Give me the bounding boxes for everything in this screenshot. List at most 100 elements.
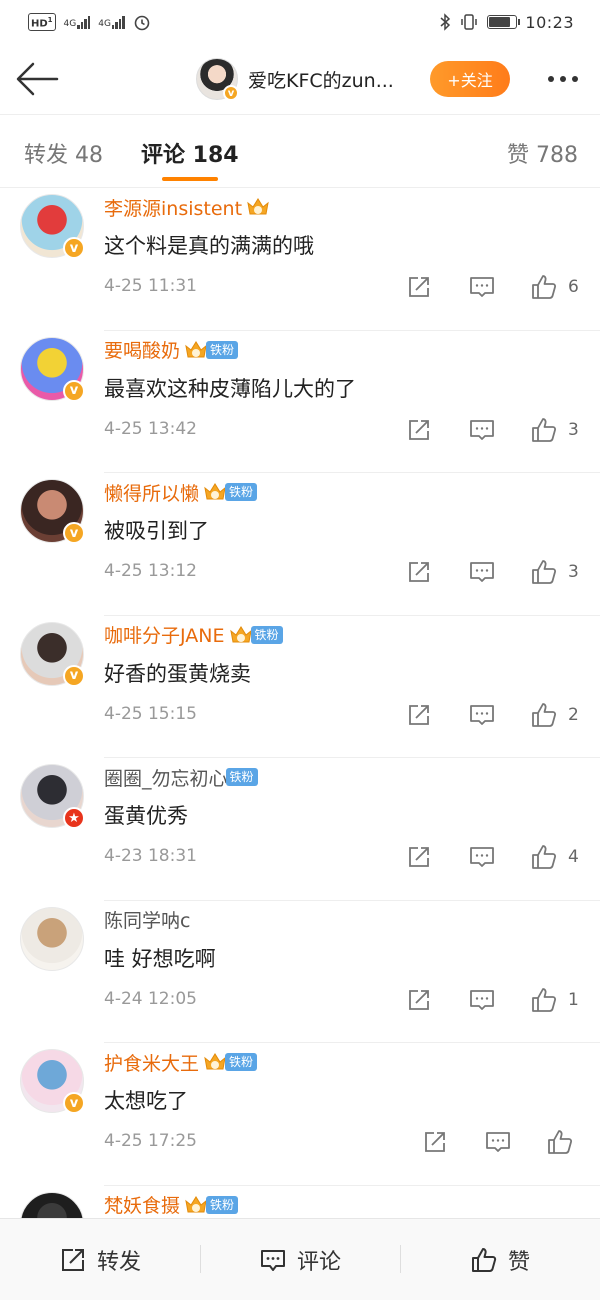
- status-time: 10:23: [525, 12, 574, 32]
- comment-reply-button[interactable]: [469, 700, 495, 730]
- comment-like-button[interactable]: [546, 1127, 584, 1157]
- comment-item[interactable]: 陈同学呐c 哇 好想吃啊 4-24 12:05 1: [0, 901, 600, 1043]
- comment-button[interactable]: 评论: [200, 1219, 400, 1300]
- comment-icon: [470, 847, 494, 867]
- comment-item[interactable]: v 李源源insistent 这个料是真的满满的哦 4-25 11:31 6: [0, 188, 600, 331]
- repost-icon: [409, 562, 429, 582]
- thumbs-up-icon: [532, 845, 557, 869]
- commenter-avatar[interactable]: ★: [20, 764, 85, 829]
- author-avatar[interactable]: v: [196, 58, 239, 101]
- verified-badge-icon: v: [223, 85, 239, 101]
- commenter-avatar[interactable]: v: [20, 194, 85, 259]
- comment-repost-button[interactable]: [406, 985, 432, 1015]
- thumbs-up-icon: [532, 560, 557, 584]
- commenter-name[interactable]: 要喝酸奶: [104, 336, 180, 363]
- commenter-name[interactable]: 陈同学呐c: [104, 906, 190, 933]
- comment-reply-button[interactable]: [469, 415, 495, 445]
- crown-icon: [229, 624, 253, 646]
- comment-item[interactable]: v 护食米大王 铁粉 太想吃了 4-25 17:25: [0, 1043, 600, 1186]
- comment-like-button[interactable]: 3: [530, 557, 579, 587]
- comment-list[interactable]: v 李源源insistent 这个料是真的满满的哦 4-25 11:31 6 v 要喝酸奶铁…: [0, 188, 600, 1218]
- commenter-header: 咖啡分子JANE 铁粉: [104, 622, 283, 648]
- comment-reply-button[interactable]: [469, 272, 495, 302]
- signal-1-icon: 4G: [64, 15, 91, 29]
- crown-icon: [203, 1051, 227, 1073]
- comment-repost-button[interactable]: [406, 557, 432, 587]
- tab-repost[interactable]: 转发 48: [24, 137, 103, 169]
- author-info[interactable]: v 爱吃KFC的zun...: [196, 56, 394, 102]
- comment-text: 蛋黄优秀: [104, 804, 188, 828]
- commenter-name[interactable]: 圈圈_勿忘初心: [104, 764, 228, 791]
- like-count: 3: [568, 562, 579, 582]
- comment-reply-button[interactable]: [469, 842, 495, 872]
- comment-text: 这个料是真的满满的哦: [104, 234, 314, 258]
- fan-badge: 铁粉: [225, 768, 258, 786]
- commenter-avatar[interactable]: v: [20, 1049, 85, 1114]
- fan-badge: 铁粉: [250, 625, 283, 644]
- comment-icon: [470, 704, 494, 725]
- commenter-header: 圈圈_勿忘初心 铁粉: [104, 764, 258, 790]
- commenter-header: 懒得所以懒 铁粉: [104, 479, 258, 506]
- crown-icon: [246, 196, 270, 218]
- comment-like-button[interactable]: 3: [530, 415, 579, 445]
- tab-comment[interactable]: 评论 184: [141, 137, 239, 169]
- commenter-avatar[interactable]: v: [20, 336, 85, 402]
- commenter-avatar[interactable]: v: [20, 621, 85, 687]
- verified-badge-icon: v: [63, 237, 85, 259]
- comment-like-button[interactable]: 2: [530, 700, 579, 730]
- thumbs-up-icon: [532, 275, 557, 299]
- active-tab-indicator: [162, 177, 218, 181]
- repost-icon: [425, 1132, 445, 1152]
- comment-item[interactable]: v 懒得所以懒 铁粉 被吸引到了 4-25 13:12 3: [0, 473, 600, 616]
- comment-like-button[interactable]: 4: [530, 842, 579, 872]
- thumbs-up-icon: [532, 987, 557, 1012]
- commenter-name[interactable]: 护食米大王: [104, 1049, 199, 1076]
- thumbs-up-icon: [532, 702, 557, 727]
- comment-item[interactable]: v 咖啡分子JANE 铁粉 好香的蛋黄烧卖 4-25 15:15 2: [0, 616, 600, 758]
- like-button[interactable]: 赞: [400, 1219, 600, 1300]
- comment-repost-button[interactable]: [406, 415, 432, 445]
- comment-repost-button[interactable]: [406, 842, 432, 872]
- commenter-name[interactable]: 懒得所以懒: [104, 479, 199, 506]
- comment-reply-button[interactable]: [469, 985, 495, 1015]
- comment-icon: [486, 1132, 510, 1152]
- commenter-avatar[interactable]: [20, 1191, 84, 1218]
- status-right: 10:23: [439, 13, 574, 32]
- comment-repost-button[interactable]: [406, 272, 432, 302]
- follow-button[interactable]: +关注: [430, 61, 510, 97]
- tab-like[interactable]: 赞 788: [507, 137, 578, 169]
- dot-icon: [560, 76, 566, 82]
- comment-like-button[interactable]: 6: [530, 272, 579, 302]
- author-name[interactable]: 爱吃KFC的zun...: [248, 66, 394, 93]
- more-options-button[interactable]: [540, 62, 586, 96]
- commenter-avatar[interactable]: [20, 906, 84, 971]
- comment-item[interactable]: v 要喝酸奶 铁粉 最喜欢这种皮薄陷儿大的了 4-25 13:42 3: [0, 331, 600, 473]
- fan-badge: 铁粉: [225, 1053, 258, 1071]
- comment-icon: [260, 1249, 285, 1271]
- like-count: 6: [568, 277, 579, 297]
- crown-icon: [184, 339, 208, 361]
- comment-repost-button[interactable]: [406, 700, 432, 730]
- commenter-avatar[interactable]: v: [20, 479, 85, 544]
- commenter-header: 梵妖食摄 铁粉: [104, 1191, 239, 1218]
- commenter-name[interactable]: 李源源insistent: [104, 194, 242, 221]
- fan-badge: 铁粉: [225, 483, 258, 501]
- comment-text: 好香的蛋黄烧卖: [104, 661, 251, 686]
- dot-icon: [572, 76, 578, 82]
- comment-item[interactable]: 梵妖食摄 铁粉: [0, 1186, 600, 1218]
- repost-icon: [61, 1248, 84, 1271]
- comment-reply-button[interactable]: [485, 1127, 511, 1157]
- commenter-name[interactable]: 梵妖食摄: [104, 1191, 180, 1218]
- comment-time: 4-24 12:05: [104, 988, 197, 1009]
- comment-item[interactable]: ★ 圈圈_勿忘初心 铁粉 蛋黄优秀 4-23 18:31 4: [0, 758, 600, 901]
- comment-time: 4-23 18:31: [104, 846, 197, 866]
- comment-reply-button[interactable]: [469, 557, 495, 587]
- repost-icon: [409, 704, 429, 725]
- commenter-name[interactable]: 咖啡分子JANE: [104, 621, 225, 648]
- repost-button[interactable]: 转发: [0, 1219, 200, 1300]
- back-button[interactable]: [12, 56, 62, 102]
- comment-repost-button[interactable]: [422, 1127, 448, 1157]
- comment-icon: [470, 419, 494, 440]
- comment-like-button[interactable]: 1: [530, 985, 579, 1015]
- commenter-header: 要喝酸奶 铁粉: [104, 336, 239, 363]
